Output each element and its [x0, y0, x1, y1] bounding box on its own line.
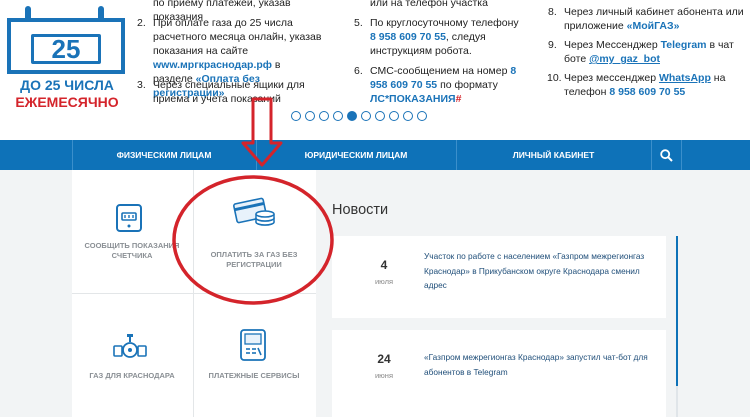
slider-pagination	[291, 111, 427, 123]
slider-dot[interactable]	[333, 111, 343, 121]
nav-divider	[681, 140, 682, 170]
service-submit-readings[interactable]: СООБЩИТЬ ПОКАЗАНИЯ СЧЕТЧИКА	[72, 170, 192, 293]
banner-column-3: 8. Через личный кабинет абонента или при…	[547, 6, 744, 98]
news-month: июня	[374, 371, 394, 380]
slider-dot[interactable]	[291, 111, 301, 121]
search-icon	[659, 148, 673, 162]
news-card[interactable]: 24 июня «Газпром межрегионгаз Краснодар»…	[332, 330, 666, 412]
info-banner: 25 ДО 25 ЧИСЛА ЕЖЕМЕСЯЧНО по приему плат…	[0, 0, 750, 140]
calendar-number: 25	[31, 34, 101, 64]
news-heading: Новости	[332, 202, 389, 218]
service-label: СООБЩИТЬ ПОКАЗАНИЯ СЧЕТЧИКА	[84, 241, 180, 260]
site-link[interactable]: www.мргкраснодар.рф	[153, 59, 272, 71]
whatsapp-link[interactable]: WhatsApp	[659, 72, 711, 84]
slider-dot[interactable]	[375, 111, 385, 121]
slider-dot[interactable]	[319, 111, 329, 121]
slider-dot[interactable]	[389, 111, 399, 121]
news-scrollbar-thumb[interactable]	[676, 236, 678, 386]
news-link[interactable]: Участок по работе с населением «Газпром …	[424, 249, 659, 293]
grid-divider	[72, 293, 316, 294]
telegram-bot-link[interactable]: @my_gaz_bot	[589, 53, 660, 65]
nav-personal-account[interactable]: ЛИЧНЫЙ КАБИНЕТ	[456, 140, 651, 170]
slider-dot[interactable]	[403, 111, 413, 121]
news-link[interactable]: «Газпром межрегионгаз Краснодар» запусти…	[424, 350, 659, 379]
news-card[interactable]	[332, 412, 666, 417]
service-label: ОПЛАТИТЬ ЗА ГАЗ БЕЗ РЕГИСТРАЦИИ	[210, 250, 298, 269]
service-label: ПЛАТЕЖНЫЕ СЕРВИСЫ	[208, 371, 300, 380]
card-coins-icon	[233, 197, 275, 226]
news-card[interactable]: 4 июля Участок по работе с населением «Г…	[332, 236, 666, 318]
payment-terminal-icon	[240, 329, 266, 361]
service-payment-services[interactable]: ПЛАТЕЖНЫЕ СЕРВИСЫ	[194, 294, 314, 417]
calendar-badge: 25 ДО 25 ЧИСЛА ЕЖЕМЕСЯЧНО	[3, 2, 131, 110]
nav-individuals[interactable]: ФИЗИЧЕСКИМ ЛИЦАМ	[72, 140, 256, 170]
nav-search-button[interactable]	[651, 140, 681, 170]
main-content: СООБЩИТЬ ПОКАЗАНИЯ СЧЕТЧИКА ОПЛАТИТЬ ЗА …	[0, 170, 750, 417]
pipe-valve-icon	[113, 334, 147, 358]
calendar-caption: ДО 25 ЧИСЛА	[20, 77, 114, 93]
slider-dot[interactable]	[305, 111, 315, 121]
news-day: 4	[380, 258, 388, 272]
news-day: 24	[377, 352, 391, 366]
banner-column-1: по приему платежей, указав показания 2. …	[137, 0, 322, 105]
nav-legal-entities[interactable]: ЮРИДИЧЕСКИМ ЛИЦАМ	[256, 140, 456, 170]
slider-dot[interactable]	[417, 111, 427, 121]
news-month: июля	[374, 277, 394, 286]
service-pay-gas[interactable]: ОПЛАТИТЬ ЗА ГАЗ БЕЗ РЕГИСТРАЦИИ	[194, 170, 314, 293]
service-gas-krasnodar[interactable]: ГАЗ ДЛЯ КРАСНОДАРА	[72, 294, 192, 417]
calendar-caption-monthly: ЕЖЕМЕСЯЧНО	[15, 94, 119, 110]
main-navigation: ФИЗИЧЕСКИМ ЛИЦАМ ЮРИДИЧЕСКИМ ЛИЦАМ ЛИЧНЫ…	[0, 140, 750, 170]
service-label: ГАЗ ДЛЯ КРАСНОДАРА	[89, 371, 175, 380]
meter-icon	[116, 204, 142, 232]
slider-dot[interactable]	[361, 111, 371, 121]
calendar-icon: 25	[7, 18, 125, 74]
grid-divider	[193, 170, 194, 417]
slider-dot[interactable]	[347, 111, 357, 121]
banner-column-2: или на телефон участка 5. По круглосуточ…	[354, 0, 519, 105]
